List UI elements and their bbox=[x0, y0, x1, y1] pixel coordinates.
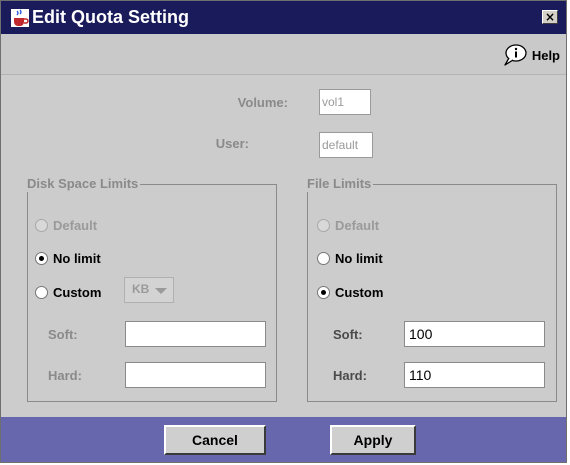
apply-button[interactable]: Apply bbox=[330, 425, 416, 455]
disk-soft-label: Soft: bbox=[48, 327, 78, 342]
radio-circle-selected[interactable] bbox=[35, 251, 48, 265]
disk-unit-select: KB bbox=[124, 277, 174, 303]
help-bar: Help bbox=[1, 34, 566, 75]
disk-custom-radio[interactable]: Custom bbox=[35, 283, 101, 301]
disk-space-limits-legend: Disk Space Limits bbox=[27, 176, 141, 192]
file-no-limit-label[interactable]: No limit bbox=[335, 251, 383, 266]
title-bar[interactable]: Edit Quota Setting × bbox=[1, 1, 566, 34]
disk-default-radio: Default bbox=[35, 216, 97, 234]
disk-custom-label[interactable]: Custom bbox=[53, 285, 101, 300]
help-button[interactable]: Help bbox=[502, 44, 560, 66]
file-soft-label: Soft: bbox=[333, 327, 363, 342]
close-icon[interactable]: × bbox=[545, 10, 555, 24]
disk-no-limit-radio[interactable]: No limit bbox=[35, 249, 101, 267]
radio-circle[interactable] bbox=[317, 251, 330, 265]
user-label: User: bbox=[215, 136, 249, 151]
edit-quota-dialog: Edit Quota Setting × Help Volume: vol1 U… bbox=[0, 0, 567, 463]
file-limits-legend: File Limits bbox=[307, 176, 374, 192]
file-hard-label: Hard: bbox=[333, 368, 367, 383]
radio-circle bbox=[317, 218, 330, 232]
file-default-label: Default bbox=[335, 217, 380, 233]
close-button[interactable]: × bbox=[542, 10, 558, 24]
info-bubble-icon[interactable] bbox=[502, 44, 528, 66]
file-custom-label[interactable]: Custom bbox=[335, 285, 383, 300]
button-bar bbox=[1, 417, 566, 462]
disk-no-limit-label[interactable]: No limit bbox=[53, 251, 101, 266]
disk-hard-input[interactable] bbox=[125, 362, 266, 388]
java-cup-icon bbox=[11, 9, 29, 27]
file-custom-radio[interactable]: Custom bbox=[317, 283, 383, 301]
file-no-limit-radio[interactable]: No limit bbox=[317, 249, 383, 267]
volume-label: Volume: bbox=[237, 95, 288, 110]
disk-soft-input[interactable] bbox=[125, 321, 266, 347]
help-label[interactable]: Help bbox=[532, 48, 560, 63]
chevron-down-icon bbox=[155, 288, 167, 294]
radio-circle bbox=[35, 218, 48, 232]
user-field: default bbox=[319, 132, 373, 158]
file-default-radio: Default bbox=[317, 216, 379, 234]
disk-unit-value: KB bbox=[132, 282, 150, 296]
window-title: Edit Quota Setting bbox=[32, 7, 189, 27]
radio-circle-selected[interactable] bbox=[317, 285, 330, 299]
disk-default-label: Default bbox=[53, 217, 98, 233]
cancel-button[interactable]: Cancel bbox=[164, 425, 266, 455]
file-hard-input[interactable]: 110 bbox=[404, 362, 545, 388]
disk-hard-label: Hard: bbox=[48, 368, 82, 383]
volume-field: vol1 bbox=[319, 89, 371, 115]
radio-circle[interactable] bbox=[35, 285, 48, 299]
file-soft-input[interactable]: 100 bbox=[404, 321, 545, 347]
